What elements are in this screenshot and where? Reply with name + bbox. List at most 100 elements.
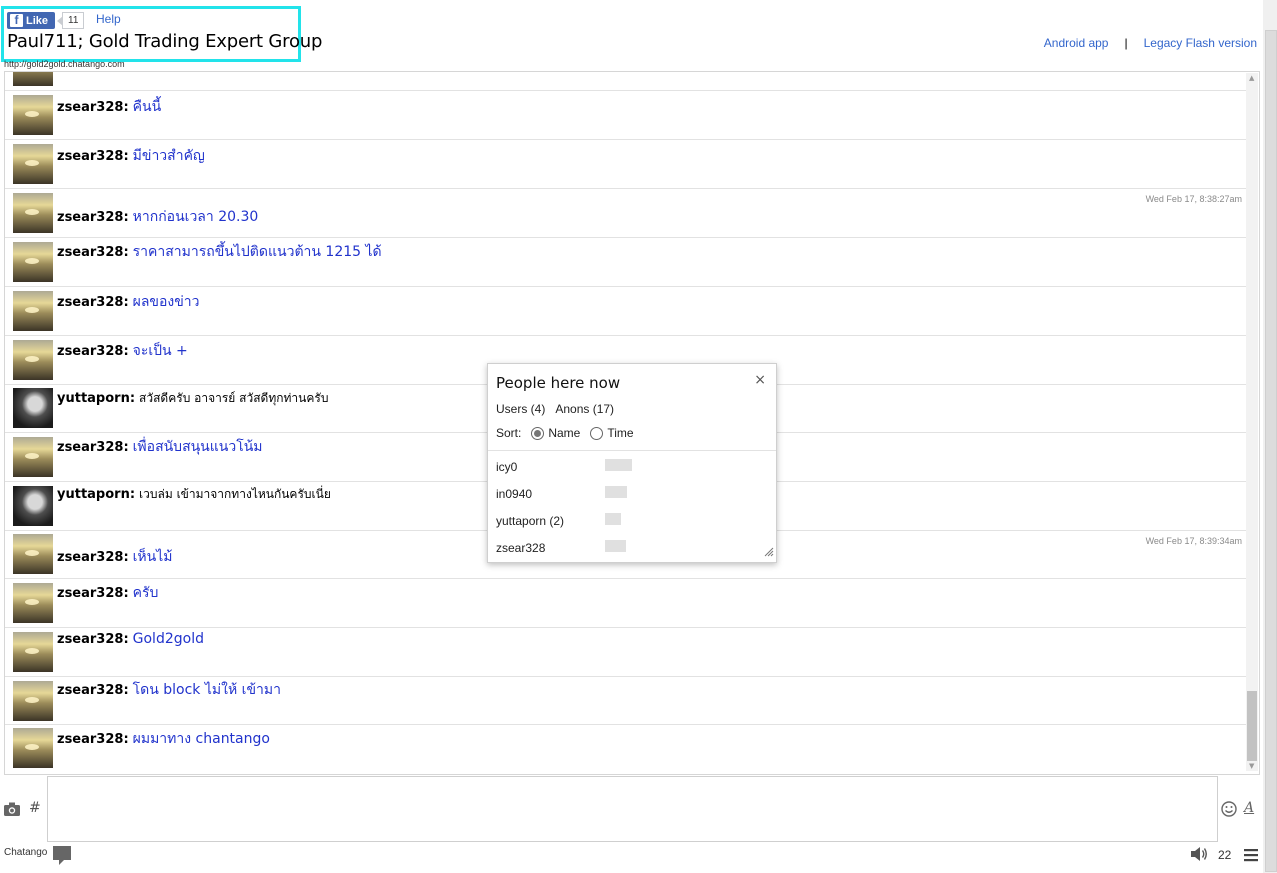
- people-counts: Users (4) Anons (17): [496, 402, 614, 416]
- avatar[interactable]: [13, 437, 53, 477]
- avatar[interactable]: [13, 534, 53, 574]
- sort-name-label[interactable]: Name: [548, 426, 580, 440]
- message-author[interactable]: zsear328: ผลของข่าว: [57, 291, 200, 313]
- facebook-like-count: 11: [56, 12, 85, 29]
- menu-icon[interactable]: [1244, 847, 1258, 866]
- sort-time-radio[interactable]: [590, 426, 604, 440]
- message-row: zsear328: ครับ: [5, 579, 1246, 628]
- message-text: สวัสดีครับ อาจารย์ สวัสดีทุกท่านครับ: [139, 391, 329, 405]
- message-author[interactable]: zsear328: ผมมาทาง chantango: [57, 728, 270, 750]
- avatar[interactable]: [13, 72, 53, 86]
- message-author[interactable]: zsear328: เห็นไม้: [57, 546, 173, 568]
- message-author[interactable]: zsear328: โดน block ไม่ให้ เข้ามา: [57, 679, 281, 701]
- sort-options: Sort: Name Time: [496, 426, 634, 440]
- avatar[interactable]: [13, 583, 53, 623]
- avatar[interactable]: [13, 95, 53, 135]
- users-count-tab[interactable]: Users (4): [496, 402, 545, 416]
- message-row: zsear328: หากก่อนเวลา 20.30 Wed Feb 17, 8…: [5, 189, 1246, 238]
- message-row: zsear328: ราคาสามารถขึ้นไปติดแนวต้าน 1215…: [5, 238, 1246, 287]
- sort-time-label[interactable]: Time: [607, 426, 633, 440]
- message-text: เห็นไม้: [132, 549, 173, 565]
- facebook-like-button[interactable]: f Like: [7, 12, 55, 29]
- avatar[interactable]: [13, 193, 53, 233]
- message-author[interactable]: zsear328: ราคาสามารถขึ้นไปติดแนวต้าน 1215…: [57, 241, 382, 263]
- page-scrollbar-thumb[interactable]: [1265, 30, 1277, 872]
- message-author[interactable]: zsear328: คืนนี้: [57, 96, 161, 118]
- camera-icon[interactable]: [4, 801, 20, 820]
- message-author[interactable]: zsear328: มีข่าวสำคัญ: [57, 145, 205, 167]
- room-url[interactable]: http://gold2gold.chatango.com: [4, 59, 125, 69]
- sort-label: Sort:: [496, 426, 522, 440]
- help-link[interactable]: Help: [96, 12, 121, 26]
- avatar[interactable]: [13, 340, 53, 380]
- message-author[interactable]: zsear328: ครับ: [57, 582, 158, 604]
- message-text: โดน block ไม่ให้ เข้ามา: [132, 682, 281, 698]
- hashtag-button[interactable]: #: [29, 800, 41, 816]
- message-text: เวบล่ม เข้ามาจากทางไหนกันครับเนี่ย: [139, 487, 331, 501]
- message-row: zsear328: Gold2gold: [5, 628, 1246, 677]
- room-header: f Like 11 Help Paul711; Gold Trading Exp…: [1, 6, 322, 62]
- user-list-item[interactable]: in0940: [496, 487, 532, 501]
- user-activity-bar: [605, 513, 621, 525]
- message-text: จะเป็น +: [132, 343, 188, 359]
- avatar[interactable]: [13, 632, 53, 672]
- top-links: Android app | Legacy Flash version: [1044, 36, 1257, 50]
- message-author[interactable]: zsear328: Gold2gold: [57, 631, 204, 647]
- volume-level: 22: [1218, 848, 1232, 862]
- resize-grip-icon[interactable]: [764, 547, 774, 560]
- user-activity-bar: [605, 459, 632, 471]
- font-style-button[interactable]: A: [1244, 800, 1254, 816]
- smile-icon[interactable]: [1221, 801, 1237, 821]
- message-row: zsear328: คืนนี้: [5, 91, 1246, 140]
- scrollbar-thumb[interactable]: [1247, 691, 1257, 761]
- close-icon[interactable]: ×: [754, 372, 766, 388]
- message-author[interactable]: zsear328: จะเป็น +: [57, 340, 188, 362]
- message-author[interactable]: yuttaporn: สวัสดีครับ อาจารย์ สวัสดีทุกท่…: [57, 389, 328, 408]
- link-separator: |: [1124, 36, 1128, 50]
- user-list-item[interactable]: icy0: [496, 460, 517, 474]
- message-row: zsear328: มีข่าวสำคัญ: [5, 140, 1246, 189]
- avatar[interactable]: [13, 486, 53, 526]
- speaker-icon[interactable]: [1190, 846, 1208, 866]
- chatango-brand[interactable]: Chatango: [4, 847, 47, 858]
- avatar[interactable]: [13, 291, 53, 331]
- message-text: ราคาสามารถขึ้นไปติดแนวต้าน 1215 ได้: [132, 244, 382, 260]
- avatar[interactable]: [13, 388, 53, 428]
- user-list-item[interactable]: zsear328: [496, 541, 545, 555]
- page-scrollbar[interactable]: [1263, 0, 1277, 873]
- message-author[interactable]: zsear328: หากก่อนเวลา 20.30: [57, 206, 258, 228]
- message-input[interactable]: [47, 776, 1218, 842]
- popup-title: People here now: [496, 374, 621, 392]
- message-text: ผมมาทาง chantango: [132, 731, 270, 747]
- legacy-flash-link[interactable]: Legacy Flash version: [1144, 36, 1257, 50]
- avatar[interactable]: [13, 728, 53, 768]
- android-app-link[interactable]: Android app: [1044, 36, 1109, 50]
- message-author[interactable]: yuttaporn: เวบล่ม เข้ามาจากทางไหนกันครับเ…: [57, 485, 331, 504]
- chat-bubble-icon[interactable]: [53, 846, 71, 869]
- people-here-popup: People here now × Users (4) Anons (17) So…: [487, 363, 777, 563]
- message-timestamp: Wed Feb 17, 8:39:34am: [1145, 536, 1242, 546]
- popup-divider: [488, 450, 776, 451]
- message-text: มีข่าวสำคัญ: [132, 148, 205, 164]
- user-activity-bar: [605, 486, 627, 498]
- scroll-down-icon[interactable]: ▼: [1249, 762, 1254, 770]
- facebook-icon: f: [10, 14, 23, 27]
- message-text: Gold2gold: [132, 631, 204, 647]
- message-text: ครับ: [132, 585, 159, 601]
- user-list-item[interactable]: yuttaporn (2): [496, 514, 564, 528]
- message-author[interactable]: zsear328: เพื่อสนับสนุนแนวโน้ม: [57, 436, 263, 458]
- message-row-partial: [5, 72, 1246, 91]
- anons-count-tab[interactable]: Anons (17): [555, 402, 614, 416]
- avatar[interactable]: [13, 681, 53, 721]
- message-scrollbar[interactable]: ▲ ▼: [1246, 73, 1258, 771]
- message-row: zsear328: ผลของข่าว: [5, 287, 1246, 336]
- avatar[interactable]: [13, 144, 53, 184]
- message-row: zsear328: ผมมาทาง chantango: [5, 725, 1246, 773]
- avatar[interactable]: [13, 242, 53, 282]
- message-text: เพื่อสนับสนุนแนวโน้ม: [132, 439, 263, 455]
- scroll-up-icon[interactable]: ▲: [1249, 74, 1254, 82]
- sort-name-radio[interactable]: [531, 426, 545, 440]
- facebook-like-label: Like: [26, 14, 49, 27]
- message-text: หากก่อนเวลา 20.30: [132, 209, 259, 225]
- message-row: zsear328: โดน block ไม่ให้ เข้ามา: [5, 677, 1246, 725]
